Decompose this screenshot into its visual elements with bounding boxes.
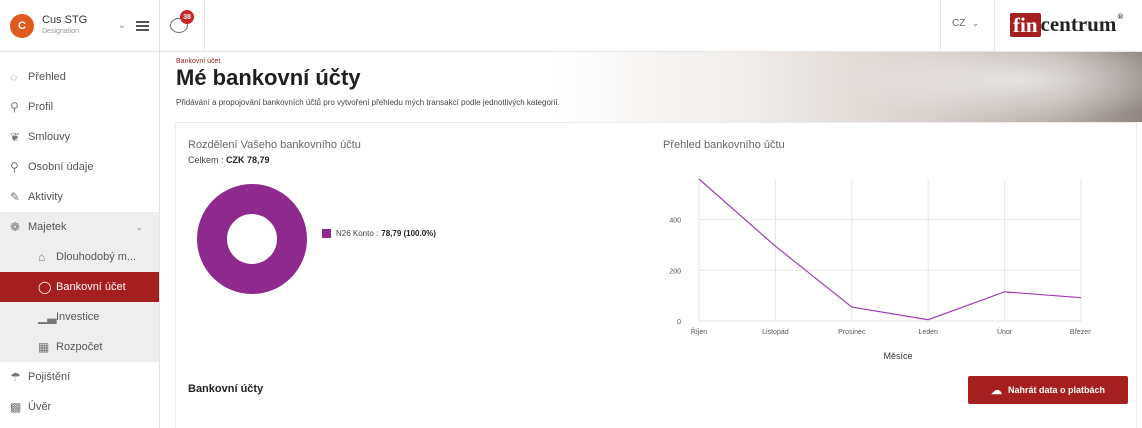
y-tick-label: 400 [669,218,681,225]
person-icon: ⚲ [10,100,19,114]
donut-chart [197,184,307,294]
chevron-down-icon[interactable]: ⌄ [118,20,126,31]
sidebar-item-label: Pojištění [28,371,71,383]
sidebar-item-rozpocet[interactable]: ▦ Rozpočet [0,332,159,362]
legend-value: 78,79 (100.0%) [381,229,436,238]
breadcrumb[interactable]: Bankovní účet [176,58,220,65]
umbrella-icon: ☂ [10,370,21,384]
donut-slice[interactable] [197,184,307,294]
donut-legend[interactable]: N26 Konto : 78,79 (100.0%) [322,229,436,238]
sidebar-item-investice[interactable]: ▁▃ Investice [0,302,159,332]
bar-chart-icon: ▁▃ [38,310,57,324]
notification-badge: 38 [180,10,194,24]
x-tick-label: Říjen [691,327,707,336]
user-info: Cus STG Designation [42,13,118,37]
user-name: Cus STG [42,13,88,26]
breakdown-title: Rozdělení Vašeho bankovního účtu [188,139,361,151]
sidebar-item-majetek-label-wrap: ❁ Majetek [10,220,67,234]
sidebar-item-label: Majetek [28,221,67,233]
language-select[interactable]: CZ ⌄ [952,18,979,29]
legend-swatch [322,229,331,238]
x-tick-label: Únor [997,327,1013,336]
language-value: CZ [952,18,966,29]
overview-title: Přehled bankovního účtu [663,139,785,151]
sidebar-item-label: Úvěr [28,401,52,413]
messages-button[interactable]: 38 [170,10,194,36]
line-series [698,178,1082,321]
menu-icon[interactable] [136,20,149,31]
total-label: Celkem : [188,155,224,165]
divider [940,0,941,52]
logo-fin: fin [1010,12,1041,37]
sidebar-item-dlouhodoby-majetek[interactable]: ⌂ Dlouhodobý m... [0,242,159,272]
divider [204,0,205,52]
chevron-down-icon: ⌄ [135,221,143,232]
x-tick-label: Listopad [762,329,789,336]
x-tick-label: Březen [1070,329,1091,336]
calculator-icon: ▦ [38,340,50,354]
sidebar-item-label: Přehled [28,71,66,83]
x-axis-label: Měsíce [883,351,912,361]
sidebar-item-prehled[interactable]: ◌ Přehled [0,62,159,92]
x-tick-label: Leden [918,329,938,336]
user-box[interactable]: C Cus STG Designation ⌄ [0,0,159,52]
sidebar-item-uver[interactable]: ▩ Úvěr [0,392,159,422]
person-icon: ⚲ [10,160,19,174]
sidebar-item-label: Bankovní účet [56,281,126,293]
upload-payments-button[interactable]: ☁ Nahrát data o platbách [968,376,1128,404]
line-chart: 0 200 400 Říjen Listopad Prosinec Leden Únor Bř… [669,178,1091,361]
house-icon: ⌂ [38,250,46,264]
sidebar-item-label: Smlouvy [28,131,71,143]
sidebar-item-label: Osobní údaje [28,161,94,173]
upload-label: Nahrát data o platbách [1007,385,1106,395]
x-tick-label: Prosinec [838,329,866,336]
sidebar-item-bankovni-ucet[interactable]: ◯ Bankovní účet [0,272,159,302]
accounts-card: Rozdělení Vašeho bankovního účtu Celkem … [175,122,1137,428]
fincentrum-logo[interactable]: fin centrum ® [1010,12,1123,37]
sidebar-item-label: Aktivity [28,191,63,203]
page-subtitle: Přidávání a propojování bankovních účtů … [176,98,560,107]
total-value: CZK 78,79 [226,155,270,165]
avatar[interactable]: C [10,13,34,38]
gem-icon: ❁ [10,220,21,234]
user-role: Designation [42,27,79,35]
gauge-icon: ◌ [10,70,18,84]
y-tick-label: 0 [677,319,681,326]
sidebar-item-pojisteni[interactable]: ☂ Pojištění [0,362,159,392]
page-title: Mé bankovní účty [176,65,361,90]
legend-name: N26 Konto : [336,229,379,238]
sidebar-item-profil[interactable]: ⚲ Profil [0,92,159,122]
page-header: Bankovní účet Mé bankovní účty Přidávání… [160,52,1142,122]
accounts-section-title: Bankovní účty [188,383,264,395]
logo-registered-mark: ® [1117,12,1124,21]
logo-centrum: centrum [1040,12,1117,36]
cloud-upload-icon: ☁ [990,384,1002,397]
sidebar-item-label: Dlouhodobý m... [56,251,137,263]
edit-icon: ✎ [10,190,21,204]
sidebar-item-majetek[interactable]: ❁ Majetek ⌄ [0,212,159,242]
sidebar-item-aktivity[interactable]: ✎ Aktivity [0,182,159,212]
header-photo [842,52,1142,122]
sidebar-item-smlouvy[interactable]: ❦ Smlouvy [0,122,159,152]
piggy-bank-icon: ◯ [38,280,52,294]
money-icon: ▩ [10,400,22,414]
y-tick-label: 200 [669,268,681,275]
total-line: Celkem : CZK 78,79 [188,155,270,165]
divider [994,0,995,52]
topbar: 38 CZ ⌄ fin centrum ® [160,0,1142,52]
handshake-icon: ❦ [10,130,21,144]
sidebar-item-label: Rozpočet [56,341,103,353]
sidebar-item-label: Profil [28,101,54,113]
chevron-down-icon: ⌄ [972,19,979,28]
sidebar: C Cus STG Designation ⌄ ◌ Přehled ⚲ Prof… [0,0,160,428]
sidebar-item-label: Investice [56,311,100,323]
sidebar-item-osobni-udaje[interactable]: ⚲ Osobní údaje [0,152,159,182]
